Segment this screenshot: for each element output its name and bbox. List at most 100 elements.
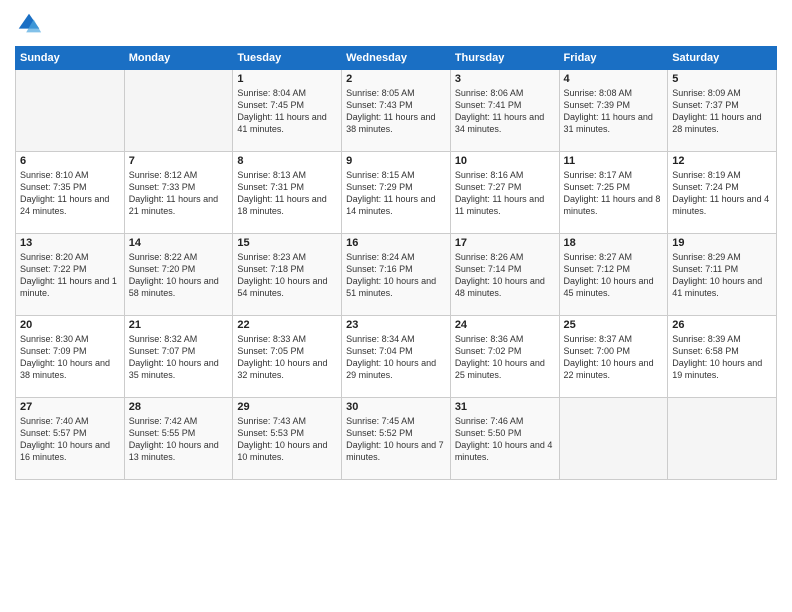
- day-info: Sunrise: 7:43 AM Sunset: 5:53 PM Dayligh…: [237, 415, 337, 464]
- logo-icon: [15, 10, 43, 38]
- day-number: 15: [237, 237, 337, 249]
- cell-w2-d1: 6 Sunrise: 8:10 AM Sunset: 7:35 PM Daylig…: [16, 152, 125, 234]
- day-info: Sunrise: 8:09 AM Sunset: 7:37 PM Dayligh…: [672, 87, 772, 136]
- day-info: Sunrise: 8:26 AM Sunset: 7:14 PM Dayligh…: [455, 251, 555, 300]
- cell-w3-d5: 17 Sunrise: 8:26 AM Sunset: 7:14 PM Dayli…: [450, 234, 559, 316]
- day-number: 4: [564, 73, 664, 85]
- day-number: 29: [237, 401, 337, 413]
- cell-w3-d7: 19 Sunrise: 8:29 AM Sunset: 7:11 PM Dayli…: [668, 234, 777, 316]
- cell-w2-d2: 7 Sunrise: 8:12 AM Sunset: 7:33 PM Daylig…: [124, 152, 233, 234]
- day-info: Sunrise: 8:27 AM Sunset: 7:12 PM Dayligh…: [564, 251, 664, 300]
- cell-w2-d5: 10 Sunrise: 8:16 AM Sunset: 7:27 PM Dayli…: [450, 152, 559, 234]
- header-friday: Friday: [559, 47, 668, 70]
- day-info: Sunrise: 8:22 AM Sunset: 7:20 PM Dayligh…: [129, 251, 229, 300]
- day-number: 27: [20, 401, 120, 413]
- cell-w4-d5: 24 Sunrise: 8:36 AM Sunset: 7:02 PM Dayli…: [450, 316, 559, 398]
- cell-w4-d2: 21 Sunrise: 8:32 AM Sunset: 7:07 PM Dayli…: [124, 316, 233, 398]
- day-info: Sunrise: 8:33 AM Sunset: 7:05 PM Dayligh…: [237, 333, 337, 382]
- day-number: 23: [346, 319, 446, 331]
- week-row-4: 20Sunrise: 8:30 AM Sunset: 7:09 PM Dayli…: [16, 316, 777, 398]
- day-number: 30: [346, 401, 446, 413]
- day-number: 8: [237, 155, 337, 167]
- day-info: Sunrise: 8:37 AM Sunset: 7:00 PM Dayligh…: [564, 333, 664, 382]
- calendar-table: SundayMondayTuesdayWednesdayThursdayFrid…: [15, 46, 777, 480]
- day-info: Sunrise: 7:42 AM Sunset: 5:55 PM Dayligh…: [129, 415, 229, 464]
- header-thursday: Thursday: [450, 47, 559, 70]
- week-row-5: 27Sunrise: 7:40 AM Sunset: 5:57 PM Dayli…: [16, 398, 777, 480]
- day-info: Sunrise: 8:32 AM Sunset: 7:07 PM Dayligh…: [129, 333, 229, 382]
- day-info: Sunrise: 8:16 AM Sunset: 7:27 PM Dayligh…: [455, 169, 555, 218]
- cell-w2-d6: 11 Sunrise: 8:17 AM Sunset: 7:25 PM Dayli…: [559, 152, 668, 234]
- day-info: Sunrise: 8:05 AM Sunset: 7:43 PM Dayligh…: [346, 87, 446, 136]
- day-info: Sunrise: 8:30 AM Sunset: 7:09 PM Dayligh…: [20, 333, 120, 382]
- day-number: 31: [455, 401, 555, 413]
- cell-w2-d7: 12 Sunrise: 8:19 AM Sunset: 7:24 PM Dayli…: [668, 152, 777, 234]
- day-number: 3: [455, 73, 555, 85]
- day-info: Sunrise: 8:23 AM Sunset: 7:18 PM Dayligh…: [237, 251, 337, 300]
- day-number: 22: [237, 319, 337, 331]
- cell-w4-d4: 23 Sunrise: 8:34 AM Sunset: 7:04 PM Dayli…: [342, 316, 451, 398]
- cell-w1-d3: 1 Sunrise: 8:04 AM Sunset: 7:45 PM Daylig…: [233, 70, 342, 152]
- cell-w1-d1: [16, 70, 125, 152]
- day-number: 13: [20, 237, 120, 249]
- day-number: 1: [237, 73, 337, 85]
- cell-w5-d7: [668, 398, 777, 480]
- header-sunday: Sunday: [16, 47, 125, 70]
- cell-w4-d7: 26 Sunrise: 8:39 AM Sunset: 6:58 PM Dayli…: [668, 316, 777, 398]
- week-row-1: 1 Sunrise: 8:04 AM Sunset: 7:45 PM Daylig…: [16, 70, 777, 152]
- day-number: 25: [564, 319, 664, 331]
- day-info: Sunrise: 8:15 AM Sunset: 7:29 PM Dayligh…: [346, 169, 446, 218]
- day-number: 10: [455, 155, 555, 167]
- header-saturday: Saturday: [668, 47, 777, 70]
- day-number: 7: [129, 155, 229, 167]
- day-info: Sunrise: 7:45 AM Sunset: 5:52 PM Dayligh…: [346, 415, 446, 464]
- cell-w5-d5: 31 Sunrise: 7:46 AM Sunset: 5:50 PM Dayli…: [450, 398, 559, 480]
- cell-w4-d1: 20Sunrise: 8:30 AM Sunset: 7:09 PM Dayli…: [16, 316, 125, 398]
- day-number: 28: [129, 401, 229, 413]
- day-info: Sunrise: 8:19 AM Sunset: 7:24 PM Dayligh…: [672, 169, 772, 218]
- page: SundayMondayTuesdayWednesdayThursdayFrid…: [0, 0, 792, 612]
- day-number: 24: [455, 319, 555, 331]
- cell-w3-d1: 13Sunrise: 8:20 AM Sunset: 7:22 PM Dayli…: [16, 234, 125, 316]
- cell-w1-d2: [124, 70, 233, 152]
- day-number: 18: [564, 237, 664, 249]
- day-number: 19: [672, 237, 772, 249]
- cell-w5-d3: 29 Sunrise: 7:43 AM Sunset: 5:53 PM Dayli…: [233, 398, 342, 480]
- day-number: 6: [20, 155, 120, 167]
- day-number: 9: [346, 155, 446, 167]
- cell-w3-d2: 14 Sunrise: 8:22 AM Sunset: 7:20 PM Dayli…: [124, 234, 233, 316]
- day-number: 17: [455, 237, 555, 249]
- day-number: 2: [346, 73, 446, 85]
- day-info: Sunrise: 8:36 AM Sunset: 7:02 PM Dayligh…: [455, 333, 555, 382]
- day-info: Sunrise: 8:12 AM Sunset: 7:33 PM Dayligh…: [129, 169, 229, 218]
- cell-w3-d6: 18 Sunrise: 8:27 AM Sunset: 7:12 PM Dayli…: [559, 234, 668, 316]
- cell-w3-d4: 16 Sunrise: 8:24 AM Sunset: 7:16 PM Dayli…: [342, 234, 451, 316]
- day-info: Sunrise: 7:46 AM Sunset: 5:50 PM Dayligh…: [455, 415, 555, 464]
- day-number: 12: [672, 155, 772, 167]
- day-info: Sunrise: 8:17 AM Sunset: 7:25 PM Dayligh…: [564, 169, 664, 218]
- day-info: Sunrise: 8:34 AM Sunset: 7:04 PM Dayligh…: [346, 333, 446, 382]
- day-info: Sunrise: 8:13 AM Sunset: 7:31 PM Dayligh…: [237, 169, 337, 218]
- day-info: Sunrise: 8:10 AM Sunset: 7:35 PM Dayligh…: [20, 169, 120, 218]
- day-number: 26: [672, 319, 772, 331]
- day-info: Sunrise: 8:08 AM Sunset: 7:39 PM Dayligh…: [564, 87, 664, 136]
- week-row-2: 6 Sunrise: 8:10 AM Sunset: 7:35 PM Daylig…: [16, 152, 777, 234]
- day-info: Sunrise: 8:24 AM Sunset: 7:16 PM Dayligh…: [346, 251, 446, 300]
- day-number: 14: [129, 237, 229, 249]
- day-number: 16: [346, 237, 446, 249]
- calendar-header: SundayMondayTuesdayWednesdayThursdayFrid…: [16, 47, 777, 70]
- cell-w1-d4: 2 Sunrise: 8:05 AM Sunset: 7:43 PM Daylig…: [342, 70, 451, 152]
- cell-w1-d5: 3Sunrise: 8:06 AM Sunset: 7:41 PM Daylig…: [450, 70, 559, 152]
- header-tuesday: Tuesday: [233, 47, 342, 70]
- day-info: Sunrise: 8:29 AM Sunset: 7:11 PM Dayligh…: [672, 251, 772, 300]
- day-number: 21: [129, 319, 229, 331]
- header-monday: Monday: [124, 47, 233, 70]
- day-number: 11: [564, 155, 664, 167]
- cell-w1-d7: 5Sunrise: 8:09 AM Sunset: 7:37 PM Daylig…: [668, 70, 777, 152]
- cell-w5-d1: 27Sunrise: 7:40 AM Sunset: 5:57 PM Dayli…: [16, 398, 125, 480]
- cell-w2-d4: 9 Sunrise: 8:15 AM Sunset: 7:29 PM Daylig…: [342, 152, 451, 234]
- day-info: Sunrise: 8:04 AM Sunset: 7:45 PM Dayligh…: [237, 87, 337, 136]
- cell-w1-d6: 4 Sunrise: 8:08 AM Sunset: 7:39 PM Daylig…: [559, 70, 668, 152]
- cell-w4-d3: 22 Sunrise: 8:33 AM Sunset: 7:05 PM Dayli…: [233, 316, 342, 398]
- day-info: Sunrise: 8:39 AM Sunset: 6:58 PM Dayligh…: [672, 333, 772, 382]
